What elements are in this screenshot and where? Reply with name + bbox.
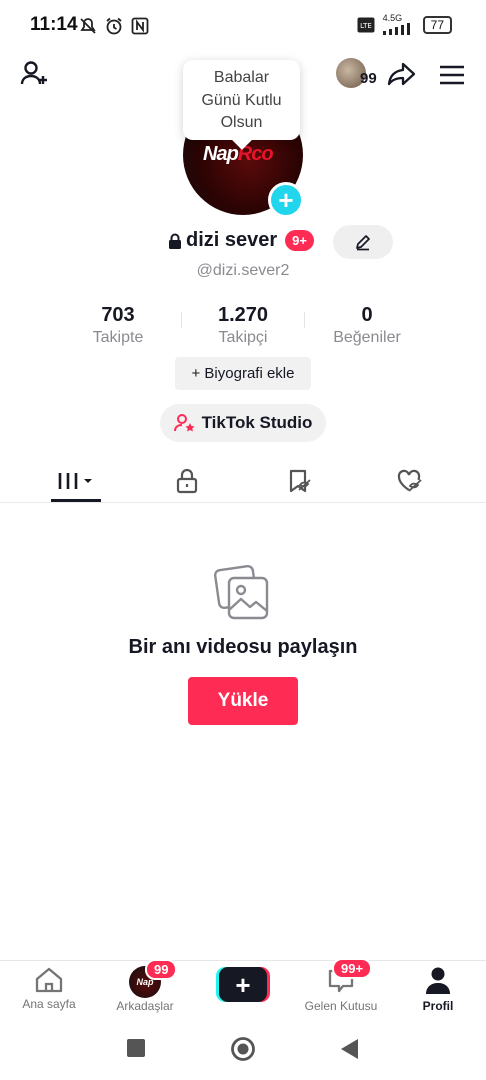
network-type: 4.5G xyxy=(382,13,403,23)
signal-icon xyxy=(382,23,410,35)
tab-videos[interactable] xyxy=(26,462,126,500)
circle-home-icon xyxy=(231,1037,255,1061)
stat-divider xyxy=(304,312,305,328)
tiktok-studio-button[interactable]: TikTok Studio xyxy=(160,404,326,442)
upload-button[interactable]: Yükle xyxy=(188,677,298,725)
stat-label: Beğeniler xyxy=(333,329,401,346)
inbox-badge: 99+ xyxy=(332,958,373,979)
notification-badge[interactable]: 9+ xyxy=(285,230,314,251)
plus-icon: + xyxy=(278,185,294,215)
stat-likes[interactable]: 0 Beğeniler xyxy=(307,304,427,347)
create-post-button[interactable]: + xyxy=(216,967,270,1002)
square-icon xyxy=(127,1039,145,1057)
nav-label: Profil xyxy=(422,999,454,1013)
share-profile-button[interactable] xyxy=(386,58,418,90)
stat-divider xyxy=(181,312,182,328)
lock-icon xyxy=(169,233,181,249)
nav-label: Arkadaşlar xyxy=(116,999,174,1013)
username: dizi sever xyxy=(186,229,278,251)
alarm-icon xyxy=(106,17,122,35)
plus-icon: + xyxy=(219,967,267,1002)
nfc-icon xyxy=(131,17,149,35)
status-notification-icons xyxy=(78,16,150,36)
tooltip-line: Günü Kutlu xyxy=(201,91,282,109)
avatar-tooltip: Babalar Günü Kutlu Olsun xyxy=(183,60,300,140)
pencil-icon xyxy=(356,235,370,251)
profile-views-button[interactable]: 99 xyxy=(336,58,380,90)
viewer-count: 99 xyxy=(360,70,377,87)
battery-level: 77 xyxy=(422,15,452,34)
empty-state-title: Bir anı videosu paylaşın xyxy=(128,636,358,658)
system-back-button[interactable] xyxy=(340,1038,360,1065)
system-recents-button[interactable] xyxy=(126,1038,146,1063)
username-row: dizi sever 9+ xyxy=(168,229,314,252)
stat-value: 1.270 xyxy=(217,304,269,326)
svg-text:LTE: LTE xyxy=(360,22,372,30)
system-home-button[interactable] xyxy=(230,1036,256,1067)
tab-liked[interactable] xyxy=(360,462,460,500)
hamburger-menu-icon xyxy=(440,65,464,85)
photos-icon xyxy=(213,564,273,624)
profile-icon xyxy=(426,967,450,994)
stat-value: 0 xyxy=(361,304,373,326)
volte-icon: LTE xyxy=(357,17,375,32)
heart-hidden-icon xyxy=(397,469,422,492)
tooltip-line: Babalar xyxy=(213,69,270,86)
bookmark-hidden-icon xyxy=(289,469,311,493)
tooltip-line: Olsun xyxy=(220,114,263,131)
creator-star-icon xyxy=(173,414,195,432)
stat-label: Takipte xyxy=(92,329,144,346)
add-friend-button[interactable] xyxy=(18,58,52,90)
triangle-back-icon xyxy=(341,1039,358,1059)
nav-home[interactable]: Ana sayfa xyxy=(4,966,94,1011)
nav-label: Ana sayfa xyxy=(22,997,76,1011)
studio-label: TikTok Studio xyxy=(201,413,313,432)
add-avatar-story-button[interactable]: + xyxy=(268,182,304,218)
grid-bars-icon xyxy=(58,473,92,489)
bottom-nav-divider xyxy=(0,960,486,961)
tab-private[interactable] xyxy=(137,462,237,500)
edit-profile-button[interactable] xyxy=(333,225,393,259)
menu-button[interactable] xyxy=(436,60,468,90)
lock-outline-icon xyxy=(176,468,198,494)
friends-badge: 99 xyxy=(145,959,178,980)
mute-icon xyxy=(80,18,96,34)
add-user-icon xyxy=(20,61,47,85)
nav-friends[interactable]: Nap 99 Arkadaşlar xyxy=(100,959,190,1013)
user-handle: @dizi.sever2 xyxy=(196,262,290,279)
home-icon xyxy=(35,967,63,993)
stat-followers[interactable]: 1.270 Takipçi xyxy=(183,304,303,347)
tabs-divider xyxy=(0,502,486,503)
share-arrow-icon xyxy=(387,62,416,86)
stat-value: 703 xyxy=(101,304,135,326)
nav-profile[interactable]: Profil xyxy=(393,966,483,1013)
stat-following[interactable]: 703 Takipte xyxy=(58,304,178,347)
stat-label: Takipçi xyxy=(218,329,268,346)
status-time: 11:14 xyxy=(30,14,78,35)
nav-inbox[interactable]: 99+ Gelen Kutusu xyxy=(296,958,386,1013)
nav-label: Gelen Kutusu xyxy=(304,999,378,1013)
add-bio-button[interactable]: + Biyografi ekle xyxy=(175,357,311,390)
status-right: LTE 4.5G 77 xyxy=(357,14,452,35)
tab-favorites[interactable] xyxy=(250,462,350,500)
